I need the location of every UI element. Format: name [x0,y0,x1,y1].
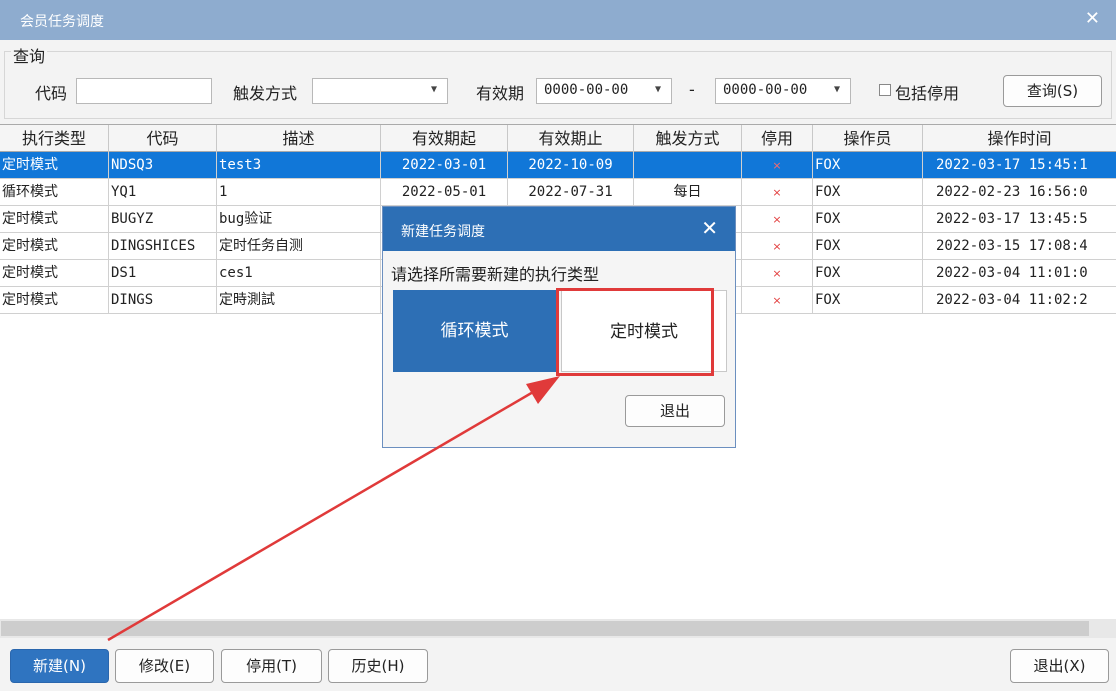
cell-time: 2022-03-17 13:45:5 [936,211,1088,227]
cell-start: 2022-03-01 [381,152,508,179]
cell-desc: bug验证 [217,206,381,233]
close-icon[interactable]: ✕ [701,216,718,240]
column-header[interactable]: 有效期起 [381,125,508,152]
horizontal-scrollbar[interactable] [0,619,1116,638]
cell-code: YQ1 [109,179,217,206]
cell-code: DINGSHICES [109,233,217,260]
cell-code: BUGYZ [109,206,217,233]
edit-button[interactable]: 修改(E) [115,649,214,683]
x-mark-icon: × [772,213,782,226]
exit-button[interactable]: 退出(X) [1010,649,1109,683]
cell-trigger: 每日 [634,179,742,206]
cell-time: 2022-03-04 11:02:2 [936,292,1088,308]
cell-end: 2022-07-31 [508,179,634,206]
cell-time: 2022-03-15 17:08:4 [936,238,1088,254]
window-title: 会员任务调度 [20,14,104,30]
cell-desc: test3 [217,152,381,179]
window-titlebar: 会员任务调度 ✕ [0,0,1116,40]
column-header[interactable]: 描述 [217,125,381,152]
date-to-select[interactable]: 0000-00-00 ▼ [715,78,851,104]
dialog-prompt: 请选择所需要新建的执行类型 [391,265,600,284]
date-to-value: 0000-00-00 [723,82,808,98]
x-mark-icon: × [772,267,782,280]
x-mark-icon: × [772,159,782,172]
cell-end: 2022-10-09 [508,152,634,179]
table-header: 执行类型 代码 描述 有效期起 有效期止 触发方式 停用 操作员 操作时间 [0,125,1116,152]
include-disabled-checkbox[interactable] [879,84,891,96]
chevron-down-icon: ▼ [654,84,661,95]
chevron-down-icon: ▼ [430,84,437,95]
column-header[interactable]: 代码 [109,125,217,152]
cell-type: 定时模式 [0,206,109,233]
cell-code: DINGS [109,287,217,314]
cell-type: 定时模式 [0,260,109,287]
cell-desc: 定時測試 [217,287,381,314]
cell-code: DS1 [109,260,217,287]
cell-time: 2022-02-23 16:56:0 [936,184,1088,200]
dialog-title: 新建任务调度 [401,224,485,240]
cell-desc: 定时任务自测 [217,233,381,260]
cell-operator: FOX [813,260,923,287]
cell-type: 定时模式 [0,152,109,179]
cell-operator: FOX [813,152,923,179]
search-button[interactable]: 查询(S) [1003,75,1102,107]
column-header[interactable]: 执行类型 [0,125,109,152]
cell-trigger [634,152,742,179]
table-row[interactable]: 定时模式 NDSQ3 test3 2022-03-01 2022-10-09 ×… [0,152,1116,179]
cell-code: NDSQ3 [109,152,217,179]
x-mark-icon: × [772,186,782,199]
column-header[interactable]: 有效期止 [508,125,634,152]
trigger-select[interactable]: ▼ [312,78,448,104]
new-button[interactable]: 新建(N) [10,649,109,683]
column-header[interactable]: 操作时间 [923,125,1116,152]
history-button[interactable]: 历史(H) [328,649,428,683]
column-header[interactable]: 触发方式 [634,125,742,152]
dialog-titlebar: 新建任务调度 ✕ [383,207,735,251]
query-legend: 查询 [11,43,48,67]
trigger-label: 触发方式 [233,84,298,103]
close-icon[interactable]: ✕ [1085,8,1100,29]
cell-desc: ces1 [217,260,381,287]
x-mark-icon: × [772,294,782,307]
cell-operator: FOX [813,233,923,260]
disable-button[interactable]: 停用(T) [221,649,322,683]
column-header[interactable]: 操作员 [813,125,923,152]
include-disabled-label: 包括停用 [895,84,960,103]
date-separator: - [689,80,695,99]
highlight-box [556,288,714,376]
code-label: 代码 [35,84,68,103]
x-mark-icon: × [772,240,782,253]
table-row[interactable]: 循环模式 YQ1 1 2022-05-01 2022-07-31 每日 × FO… [0,179,1116,206]
loop-mode-option[interactable]: 循环模式 [393,290,556,372]
cell-operator: FOX [813,179,923,206]
column-header[interactable]: 停用 [742,125,813,152]
cell-desc: 1 [217,179,381,206]
cell-time: 2022-03-17 15:45:1 [936,157,1088,173]
cell-type: 定时模式 [0,233,109,260]
scrollbar-thumb[interactable] [1,621,1089,636]
cell-operator: FOX [813,287,923,314]
date-from-select[interactable]: 0000-00-00 ▼ [536,78,672,104]
validity-label: 有效期 [476,84,525,103]
cell-operator: FOX [813,206,923,233]
chevron-down-icon: ▼ [833,84,840,95]
dialog-quit-button[interactable]: 退出 [625,395,725,427]
date-from-value: 0000-00-00 [544,82,629,98]
cell-time: 2022-03-04 11:01:0 [936,265,1088,281]
cell-type: 定时模式 [0,287,109,314]
cell-type: 循环模式 [0,179,109,206]
cell-start: 2022-05-01 [381,179,508,206]
code-input[interactable] [76,78,212,104]
